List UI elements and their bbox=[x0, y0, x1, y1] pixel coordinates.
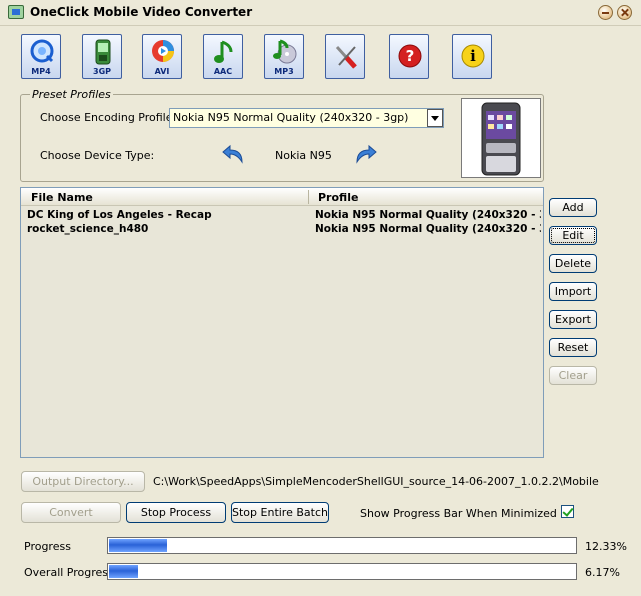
quicktime-icon bbox=[30, 39, 54, 63]
convert-button[interactable]: Convert bbox=[21, 502, 121, 523]
avi-button[interactable]: AVI bbox=[142, 34, 182, 79]
device-type-value: Nokia N95 bbox=[275, 149, 332, 162]
info-icon: i bbox=[461, 44, 485, 68]
stop-entire-batch-button[interactable]: Stop Entire Batch bbox=[231, 502, 329, 523]
import-button[interactable]: Import bbox=[549, 282, 597, 301]
progress-percent: 12.33% bbox=[585, 540, 627, 553]
phone-image-icon bbox=[481, 102, 521, 176]
add-button[interactable]: Add bbox=[549, 198, 597, 217]
mp4-button[interactable]: MP4 bbox=[21, 34, 61, 79]
progress-label: Progress bbox=[24, 540, 71, 553]
3gp-button[interactable]: 3GP bbox=[82, 34, 122, 79]
help-icon: ? bbox=[398, 44, 422, 68]
window-title: OneClick Mobile Video Converter bbox=[30, 5, 253, 19]
show-progress-checkbox[interactable] bbox=[561, 505, 574, 518]
close-button[interactable] bbox=[617, 5, 632, 20]
file-name-cell: DC King of Los Angeles - Recap bbox=[27, 209, 212, 221]
svg-text:i: i bbox=[470, 47, 476, 65]
show-progress-label: Show Progress Bar When Minimized bbox=[360, 507, 557, 520]
stop-process-button[interactable]: Stop Process bbox=[126, 502, 226, 523]
edit-button[interactable]: Edit bbox=[549, 226, 597, 245]
device-type-label: Choose Device Type: bbox=[40, 149, 155, 162]
aac-label: AAC bbox=[213, 67, 233, 76]
help-button[interactable]: ? bbox=[389, 34, 429, 79]
profile-cell: Nokia N95 Normal Quality (240x320 - 3g..… bbox=[315, 223, 541, 235]
column-file-name[interactable]: File Name bbox=[31, 191, 93, 204]
mp3-label: MP3 bbox=[274, 67, 294, 76]
minimize-button[interactable] bbox=[598, 5, 613, 20]
delete-button[interactable]: Delete bbox=[549, 254, 597, 273]
column-separator[interactable] bbox=[308, 190, 309, 204]
chevron-down-icon[interactable] bbox=[427, 109, 443, 127]
phone-icon bbox=[95, 39, 111, 65]
progress-bar-fill bbox=[109, 539, 167, 552]
output-path: C:\Work\SpeedApps\SimpleMencoderShellGUI… bbox=[153, 475, 603, 488]
profile-cell: Nokia N95 Normal Quality (240x320 - 3g..… bbox=[315, 209, 541, 221]
file-name-cell: rocket_science_h480 bbox=[27, 223, 149, 235]
3gp-label: 3GP bbox=[93, 67, 111, 76]
table-row[interactable]: rocket_science_h480 Nokia N95 Normal Qua… bbox=[21, 223, 543, 237]
title-bar: OneClick Mobile Video Converter bbox=[0, 0, 641, 26]
music-note-icon bbox=[214, 40, 233, 63]
overall-progress-percent: 6.17% bbox=[585, 566, 620, 579]
file-list[interactable]: File Name Profile DC King of Los Angeles… bbox=[20, 187, 544, 458]
info-button[interactable]: i bbox=[452, 34, 492, 79]
avi-label: AVI bbox=[154, 67, 170, 76]
overall-progress-bar-fill bbox=[109, 565, 138, 578]
reset-button[interactable]: Reset bbox=[549, 338, 597, 357]
previous-device-icon[interactable] bbox=[222, 144, 244, 164]
clear-button[interactable]: Clear bbox=[549, 366, 597, 385]
output-directory-button[interactable]: Output Directory... bbox=[21, 471, 145, 492]
progress-bar bbox=[107, 537, 577, 554]
column-profile[interactable]: Profile bbox=[318, 191, 358, 204]
next-device-icon[interactable] bbox=[355, 144, 377, 164]
svg-text:?: ? bbox=[406, 47, 415, 65]
encoding-profile-select[interactable]: Nokia N95 Normal Quality (240x320 - 3gp) bbox=[169, 108, 444, 128]
aac-button[interactable]: AAC bbox=[203, 34, 243, 79]
overall-progress-bar bbox=[107, 563, 577, 580]
device-image bbox=[461, 98, 541, 178]
app-icon bbox=[8, 5, 24, 19]
tools-button[interactable] bbox=[325, 34, 365, 79]
preset-profiles-legend: Preset Profiles bbox=[30, 88, 113, 101]
overall-progress-label: Overall Progress bbox=[24, 566, 114, 579]
export-button[interactable]: Export bbox=[549, 310, 597, 329]
tools-icon bbox=[335, 45, 357, 69]
media-player-icon bbox=[152, 40, 174, 62]
mp4-label: MP4 bbox=[31, 67, 51, 76]
table-row[interactable]: DC King of Los Angeles - Recap Nokia N95… bbox=[21, 209, 543, 223]
list-header: File Name Profile bbox=[21, 188, 543, 206]
mp3-button[interactable]: MP3 bbox=[264, 34, 304, 79]
music-disc-icon bbox=[273, 39, 297, 64]
encoding-profile-label: Choose Encoding Profile: bbox=[40, 111, 177, 124]
